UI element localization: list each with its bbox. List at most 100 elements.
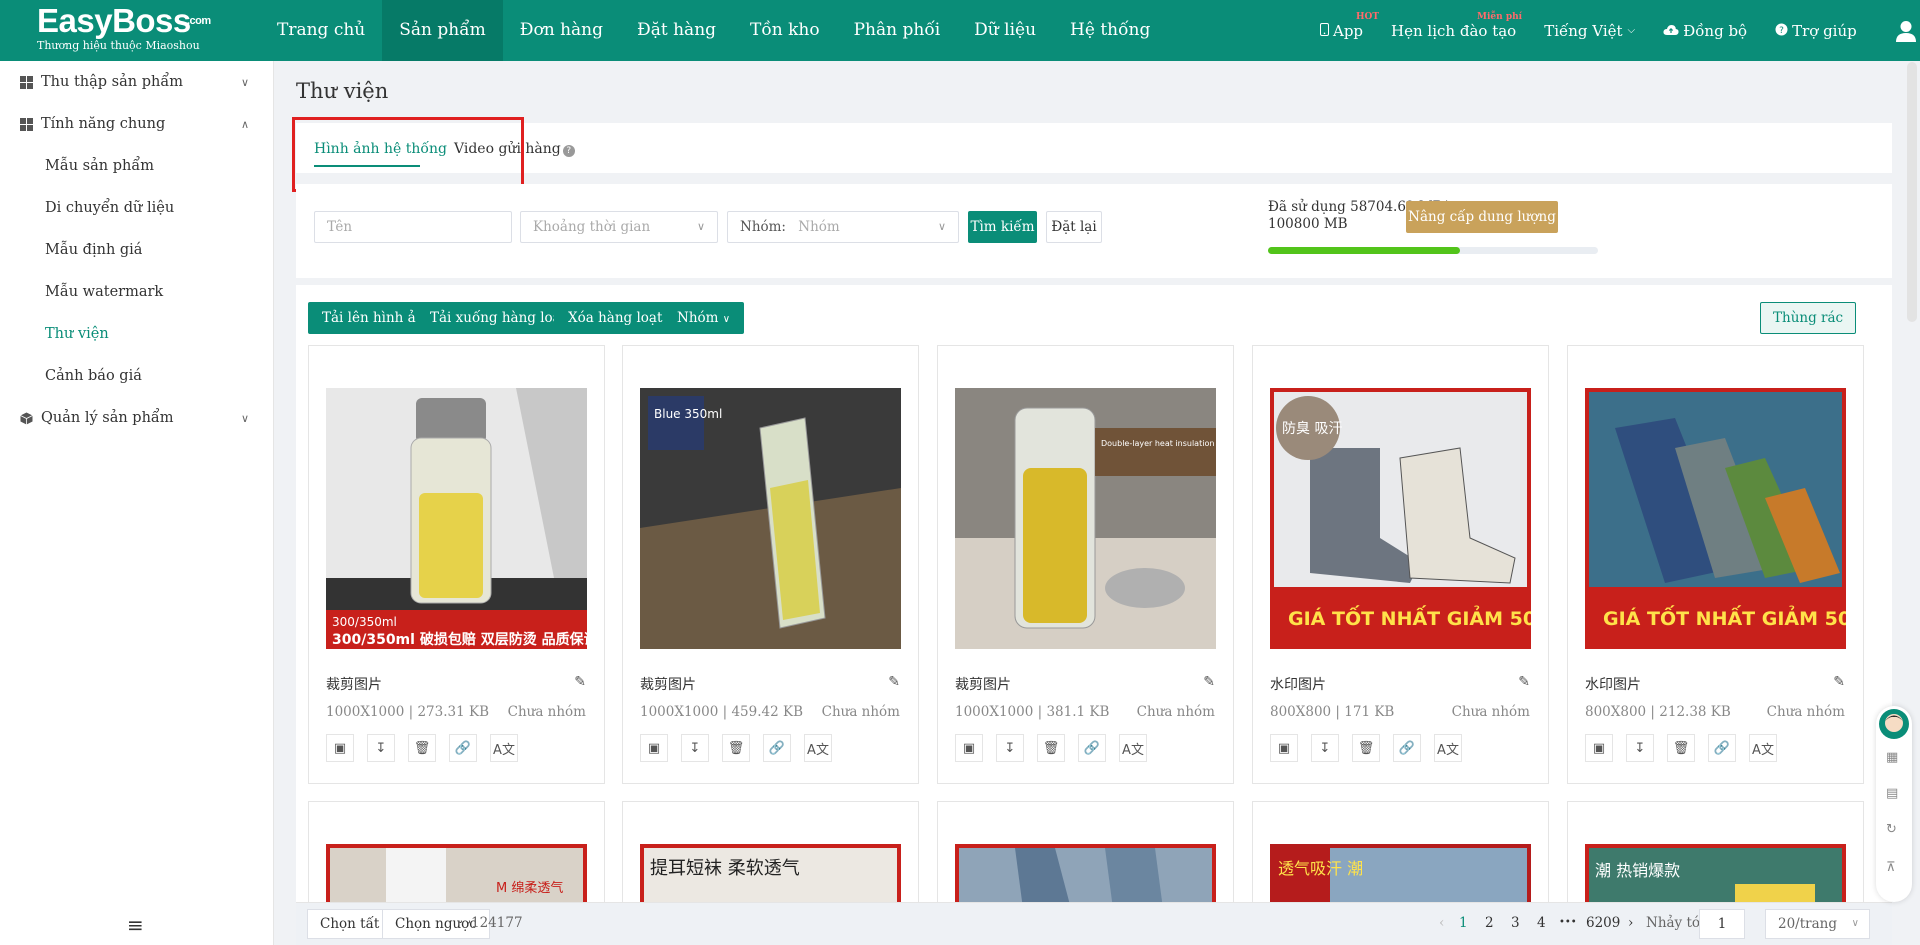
sidebar-item-manage[interactable]: Quản lý sản phẩm ∨	[0, 397, 273, 439]
upgrade-storage-button[interactable]: Nâng cấp dung lượng	[1406, 201, 1558, 233]
back-to-top-icon[interactable]: ⊼	[1886, 860, 1896, 875]
training-link[interactable]: Hẹn lịch đào tạo Miễn phí	[1391, 12, 1522, 40]
help-icon[interactable]: ?	[562, 145, 575, 157]
image-thumbnail[interactable]: GIÁ TỐT NHẤT GIẢM 50%	[1585, 388, 1846, 649]
per-page-select[interactable]: 20/trang ∨	[1765, 909, 1870, 939]
download-icon[interactable]: ↧	[996, 734, 1024, 762]
download-icon[interactable]: ↧	[1311, 734, 1339, 762]
trash-button[interactable]: Thùng rác	[1760, 302, 1857, 334]
nav-products[interactable]: Sản phẩm	[382, 0, 503, 61]
page-1[interactable]: 1	[1459, 915, 1468, 931]
user-icon	[1895, 20, 1916, 42]
page-4[interactable]: 4	[1537, 915, 1546, 931]
image-card[interactable]: GIÁ TỐT NHẤT GIẢM 50% 水印图片 ✎ 800X800 | 2…	[1567, 345, 1864, 784]
image-card[interactable]: 300/350ml 300/350ml 破损包赔 双层防烫 品质保证 裁剪图片 …	[308, 345, 605, 784]
nav-purchase[interactable]: Đặt hàng	[620, 0, 733, 61]
group-select[interactable]: Nhóm: Nhóm ∨	[727, 211, 959, 243]
image-card[interactable]: Blue 350ml 裁剪图片 ✎ 1000X1000 | 459.42 KB …	[622, 345, 919, 784]
image-card[interactable]: Double-layer heat insulation Hold not ho…	[937, 345, 1234, 784]
top-bar: EasyBoss .com Thương hiệu thuộc Miaoshou …	[0, 0, 1920, 61]
page-scrollbar[interactable]	[1907, 62, 1917, 322]
translate-icon[interactable]: A文	[1434, 734, 1462, 762]
sidebar-sub-product-template[interactable]: Mẫu sản phẩm	[0, 145, 273, 187]
reset-button[interactable]: Đặt lại	[1046, 211, 1102, 243]
page-last[interactable]: 6209	[1586, 915, 1620, 931]
next-page-icon[interactable]: ›	[1628, 915, 1633, 931]
app-link[interactable]: App HOT	[1320, 12, 1379, 40]
translate-icon[interactable]: A文	[490, 734, 518, 762]
edit-icon[interactable]: ✎	[1203, 674, 1215, 690]
name-input[interactable]: Tên	[314, 211, 512, 243]
download-icon[interactable]: ↧	[1626, 734, 1654, 762]
image-thumbnail[interactable]: 300/350ml 300/350ml 破损包赔 双层防烫 品质保证	[326, 388, 587, 649]
nav-data[interactable]: Dữ liệu	[957, 0, 1053, 61]
trash-icon[interactable]: 🗑	[1667, 734, 1695, 762]
image-edit-icon[interactable]: ▣	[1585, 734, 1613, 762]
link-icon[interactable]: 🔗	[1393, 734, 1421, 762]
edit-icon[interactable]: ✎	[1833, 674, 1845, 690]
translate-icon[interactable]: A文	[1119, 734, 1147, 762]
group-button[interactable]: Nhóm ∨	[663, 302, 745, 334]
sync-button[interactable]: Đồng bộ	[1663, 22, 1747, 40]
image-edit-icon[interactable]: ▣	[955, 734, 983, 762]
image-thumbnail[interactable]: 防臭 吸汗 GIÁ TỐT NHẤT GIẢM 50%	[1270, 388, 1531, 649]
edit-icon[interactable]: ✎	[888, 674, 900, 690]
link-icon[interactable]: 🔗	[449, 734, 477, 762]
sidebar-item-collect[interactable]: Thu thập sản phẩm ∨	[0, 61, 273, 103]
edit-icon[interactable]: ✎	[1518, 674, 1530, 690]
translate-icon[interactable]: A文	[804, 734, 832, 762]
page-3[interactable]: 3	[1511, 915, 1520, 931]
help-button[interactable]: ? Trợ giúp	[1775, 22, 1857, 40]
prev-page-icon[interactable]: ‹	[1439, 915, 1444, 931]
trash-icon[interactable]: 🗑	[722, 734, 750, 762]
trash-icon[interactable]: 🗑	[1352, 734, 1380, 762]
trash-icon[interactable]: 🗑	[1037, 734, 1065, 762]
image-meta: 1000X1000 | 273.31 KB	[326, 704, 489, 720]
image-thumbnail[interactable]: Double-layer heat insulation Hold not ho…	[955, 388, 1216, 649]
nav-home[interactable]: Trang chủ	[260, 0, 382, 61]
trash-icon[interactable]: 🗑	[408, 734, 436, 762]
image-edit-icon[interactable]: ▣	[326, 734, 354, 762]
main-nav: Trang chủ Sản phẩm Đơn hàng Đặt hàng Tồn…	[260, 0, 1167, 61]
support-avatar-icon[interactable]	[1878, 708, 1910, 740]
question-doc-icon[interactable]: ▦	[1886, 750, 1898, 765]
menu-collapse-icon[interactable]: ≡	[127, 913, 144, 937]
link-icon[interactable]: 🔗	[1078, 734, 1106, 762]
image-card[interactable]: 防臭 吸汗 GIÁ TỐT NHẤT GIẢM 50% 水印图片 ✎ 800X8…	[1252, 345, 1549, 784]
download-icon[interactable]: ↧	[681, 734, 709, 762]
refresh-icon[interactable]: ↻	[1886, 822, 1897, 837]
nav-orders[interactable]: Đơn hàng	[503, 0, 620, 61]
sidebar-item-label: Thu thập sản phẩm	[41, 74, 183, 90]
time-placeholder: Khoảng thời gian	[533, 219, 651, 235]
nav-distribution[interactable]: Phân phối	[837, 0, 958, 61]
sidebar-sub-watermark-template[interactable]: Mẫu watermark	[0, 271, 273, 313]
sidebar-sub-library[interactable]: Thư viện	[0, 313, 273, 355]
page-2[interactable]: 2	[1485, 915, 1494, 931]
image-name: 水印图片	[1585, 677, 1641, 693]
search-button[interactable]: Tìm kiếm	[968, 211, 1037, 243]
user-avatar[interactable]	[1895, 20, 1917, 42]
floating-toolbar: ▦ ▤ ↻ ⊼	[1876, 706, 1912, 902]
notes-icon[interactable]: ▤	[1886, 786, 1898, 801]
translate-icon[interactable]: A文	[1749, 734, 1777, 762]
image-edit-icon[interactable]: ▣	[1270, 734, 1298, 762]
training-label: Hẹn lịch đào tạo	[1391, 21, 1517, 40]
language-select[interactable]: Tiếng Việt ⌵	[1544, 22, 1635, 40]
download-icon[interactable]: ↧	[367, 734, 395, 762]
jump-page-input[interactable]: 1	[1699, 909, 1745, 939]
sidebar-sub-price-alert[interactable]: Cảnh báo giá	[0, 355, 273, 397]
image-thumbnail[interactable]: Blue 350ml	[640, 388, 901, 649]
nav-inventory[interactable]: Tồn kho	[733, 0, 837, 61]
image-edit-icon[interactable]: ▣	[640, 734, 668, 762]
sidebar-item-common[interactable]: Tính năng chung ∧	[0, 103, 273, 145]
edit-icon[interactable]: ✎	[574, 674, 586, 690]
image-group: Chưa nhóm	[507, 704, 586, 720]
link-icon[interactable]: 🔗	[763, 734, 791, 762]
nav-system[interactable]: Hệ thống	[1053, 0, 1167, 61]
sidebar-sub-data-migration[interactable]: Di chuyển dữ liệu	[0, 187, 273, 229]
link-icon[interactable]: 🔗	[1708, 734, 1736, 762]
more-pages-ellipsis[interactable]: •••	[1559, 917, 1577, 928]
logo[interactable]: EasyBoss .com Thương hiệu thuộc Miaoshou	[37, 4, 211, 53]
sidebar-sub-pricing-template[interactable]: Mẫu định giá	[0, 229, 273, 271]
time-range-picker[interactable]: Khoảng thời gian ∨	[520, 211, 718, 243]
